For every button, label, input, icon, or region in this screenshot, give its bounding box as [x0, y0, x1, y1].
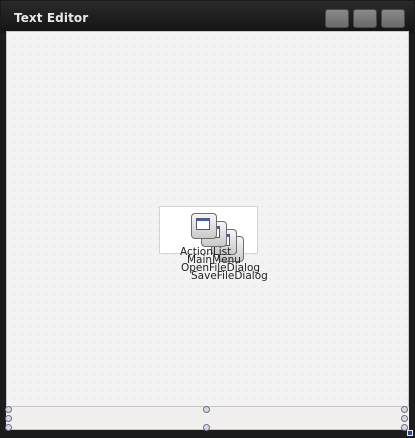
resize-handle-top-left[interactable] [5, 406, 12, 413]
resize-handle-top-right[interactable] [401, 406, 408, 413]
size-grip-icon[interactable] [407, 430, 413, 436]
minimize-button[interactable] [325, 9, 349, 28]
save-file-dialog-label[interactable]: SaveFileDialog [191, 271, 268, 282]
action-list-icon[interactable] [191, 213, 217, 239]
resize-handle-bottom-center[interactable] [203, 424, 210, 431]
resize-handle-bottom-left[interactable] [5, 424, 12, 431]
title-bar[interactable]: Text Editor [1, 1, 414, 33]
close-button[interactable] [381, 9, 405, 28]
maximize-button[interactable] [353, 9, 377, 28]
resize-handle-top-center[interactable] [203, 406, 210, 413]
resize-handle-right[interactable] [401, 415, 408, 422]
window-title: Text Editor [14, 11, 89, 25]
resize-handle-left[interactable] [5, 415, 12, 422]
